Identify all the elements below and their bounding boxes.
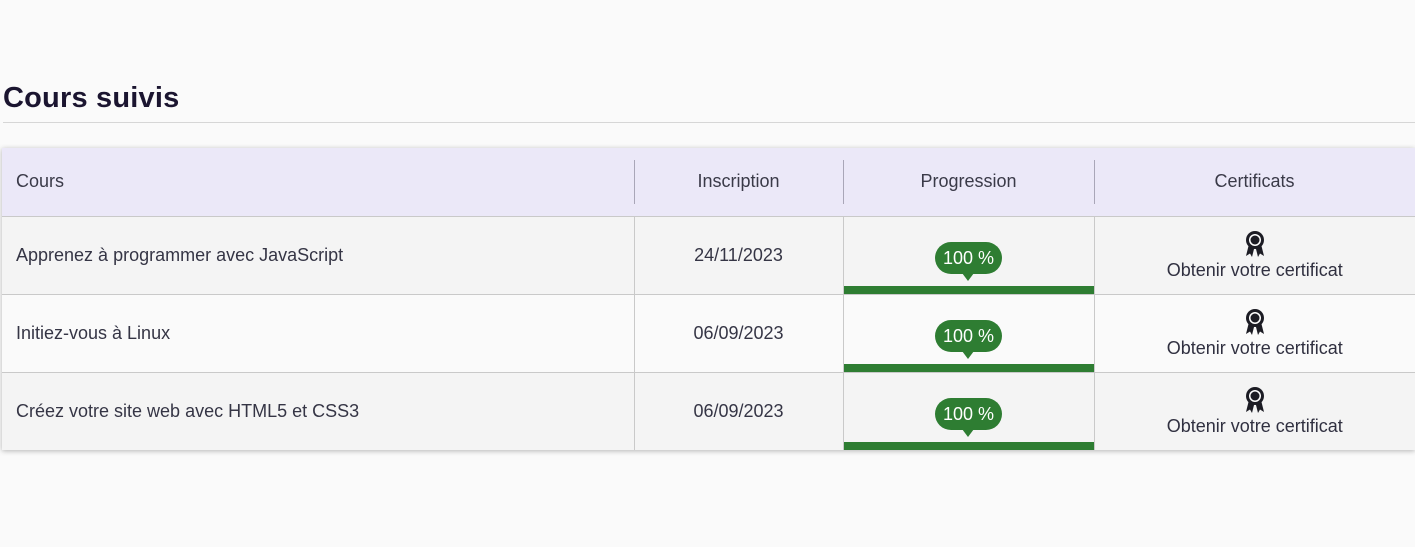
certificate-cell: Obtenir votre certificat [1093, 372, 1415, 450]
get-certificate-link[interactable]: Obtenir votre certificat [1095, 260, 1415, 281]
page-title: Cours suivis [3, 82, 180, 114]
course-name[interactable]: Initiez-vous à Linux [2, 294, 634, 372]
progress-bar [843, 442, 1094, 450]
column-header-course: Cours [16, 171, 65, 192]
course-name[interactable]: Apprenez à programmer avec JavaScript [2, 216, 634, 294]
certificate-cell: Obtenir votre certificat [1093, 294, 1415, 372]
column-header-certificates: Certificats [1094, 148, 1415, 216]
progress-cell: 100 % [842, 216, 1094, 294]
table-header-row: Cours Inscription Progression Certificat… [2, 148, 1415, 216]
progress-bar [843, 363, 1094, 372]
progress-badge: 100 % [934, 241, 1003, 281]
column-header-progress: Progression [843, 148, 1094, 216]
column-header-enrollment: Inscription [634, 148, 843, 216]
certificate-cell: Obtenir votre certificat [1093, 216, 1415, 294]
enrollment-date: 06/09/2023 [633, 294, 843, 372]
progress-bar [843, 285, 1094, 294]
get-certificate-link[interactable]: Obtenir votre certificat [1095, 416, 1415, 437]
courses-table: Cours Inscription Progression Certificat… [2, 148, 1415, 450]
progress-cell: 100 % [842, 372, 1094, 450]
award-ribbon-icon[interactable] [1244, 308, 1266, 336]
enrollment-date: 24/11/2023 [633, 216, 843, 294]
enrollment-date: 06/09/2023 [633, 372, 843, 450]
progress-cell: 100 % [842, 294, 1094, 372]
award-ribbon-icon[interactable] [1244, 386, 1266, 414]
table-row: Apprenez à programmer avec JavaScript 24… [2, 216, 1415, 294]
table-row: Initiez-vous à Linux 06/09/2023 100 % Ob… [2, 294, 1415, 372]
award-ribbon-icon[interactable] [1244, 230, 1266, 258]
progress-badge: 100 % [934, 397, 1003, 437]
get-certificate-link[interactable]: Obtenir votre certificat [1095, 338, 1415, 359]
course-name[interactable]: Créez votre site web avec HTML5 et CSS3 [2, 372, 634, 450]
progress-badge: 100 % [934, 319, 1003, 359]
table-row: Créez votre site web avec HTML5 et CSS3 … [2, 372, 1415, 450]
title-divider [3, 122, 1415, 123]
